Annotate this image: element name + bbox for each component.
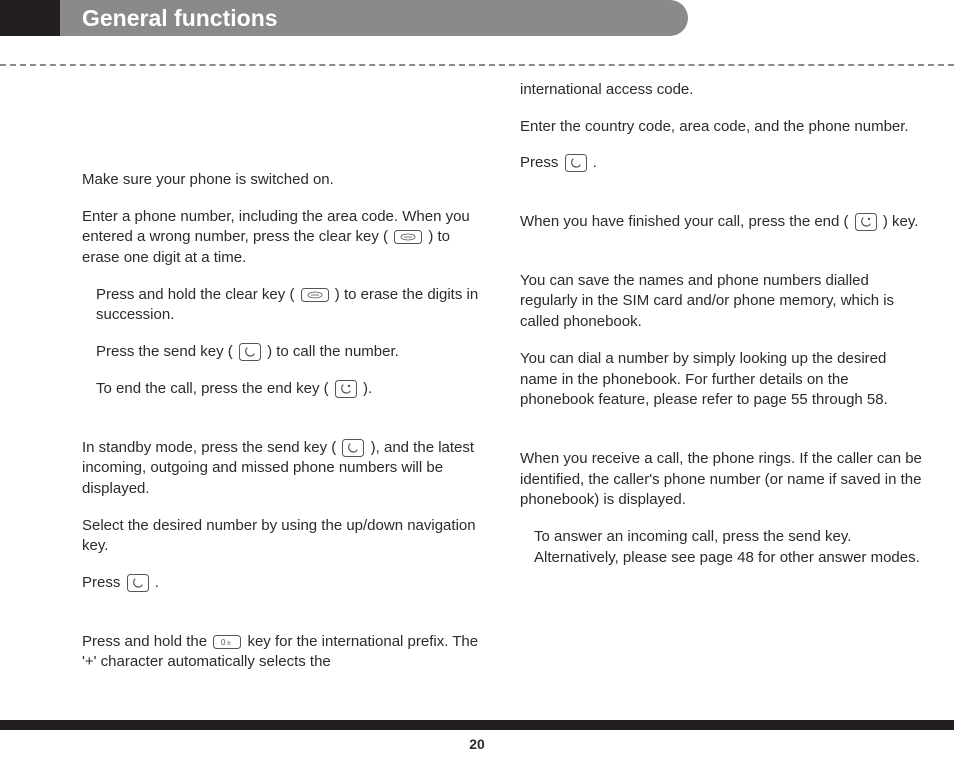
paragraph: In standby mode, press the send key ( ),…	[82, 438, 484, 500]
clear-key-icon	[394, 230, 422, 244]
paragraph: Press and hold the clear key ( ) to eras…	[96, 285, 484, 326]
text: Press the send key (	[96, 343, 233, 360]
end-key-icon	[855, 213, 877, 231]
paragraph: To end the call, press the end key ( ).	[96, 379, 484, 400]
paragraph: To answer an incoming call, press the se…	[534, 527, 922, 568]
paragraph: When you have finished your call, press …	[520, 212, 922, 233]
text: To end the call, press the end key (	[96, 380, 329, 397]
send-key-icon	[342, 439, 364, 457]
column-left: Make sure your phone is switched on. Ent…	[82, 80, 484, 689]
text: Press	[520, 154, 558, 171]
text: .	[155, 574, 159, 591]
end-key-icon	[335, 380, 357, 398]
paragraph: Enter the country code, area code, and t…	[520, 117, 922, 138]
paragraph: You can save the names and phone numbers…	[520, 271, 922, 333]
text: Press and hold the	[82, 633, 207, 650]
text: In standby mode, press the send key (	[82, 439, 336, 456]
paragraph: Press the send key ( ) to call the numbe…	[96, 342, 484, 363]
send-key-icon	[127, 574, 149, 592]
text: ).	[363, 380, 372, 397]
paragraph: Press .	[82, 573, 484, 594]
content-columns: Make sure your phone is switched on. Ent…	[82, 80, 922, 689]
paragraph: Enter a phone number, including the area…	[82, 207, 484, 269]
divider-dashed	[0, 64, 954, 66]
paragraph: Press and hold the key for the internati…	[82, 632, 484, 673]
text: ) to call the number.	[267, 343, 399, 360]
paragraph: You can dial a number by simply looking …	[520, 349, 922, 411]
send-key-icon	[565, 154, 587, 172]
paragraph: Select the desired number by using the u…	[82, 516, 484, 557]
column-right: international access code. Enter the cou…	[520, 80, 922, 689]
text: ) key.	[883, 213, 919, 230]
footer-bar	[0, 720, 954, 730]
paragraph: Press .	[520, 153, 922, 174]
send-key-icon	[239, 343, 261, 361]
zero-key-icon	[213, 635, 241, 649]
paragraph: Make sure your phone is switched on.	[82, 170, 484, 191]
text: .	[593, 154, 597, 171]
page-number: 20	[0, 736, 954, 752]
clear-key-icon	[301, 288, 329, 302]
text: Press	[82, 574, 120, 591]
text: When you have finished your call, press …	[520, 213, 849, 230]
header-accent-block	[0, 0, 60, 36]
paragraph: international access code.	[520, 80, 922, 101]
page-title: General functions	[60, 0, 688, 36]
text: Press and hold the clear key (	[96, 286, 294, 303]
paragraph: When you receive a call, the phone rings…	[520, 449, 922, 511]
